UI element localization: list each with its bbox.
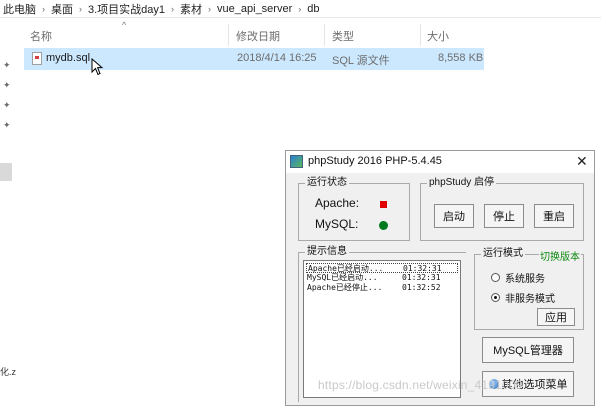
radio-label: 非服务模式	[505, 294, 555, 305]
status-group: 运行状态 Apache: MySQL:	[298, 177, 410, 241]
file-size: 8,558 KB	[438, 52, 484, 64]
pin-icon[interactable]: ✦	[3, 121, 12, 130]
column-header-type[interactable]: 类型	[332, 28, 354, 44]
start-button[interactable]: 启动	[434, 204, 474, 228]
radio-selected-icon	[491, 293, 500, 302]
watermark-text: https://blog.csdn.net/weixin_4191009	[318, 378, 523, 392]
radio-system-service[interactable]: 系统服务	[491, 270, 545, 285]
chevron-right-icon: ›	[208, 3, 212, 14]
breadcrumb-item[interactable]: 桌面	[51, 1, 73, 17]
file-type: SQL 源文件	[332, 55, 390, 67]
file-date: 2018/4/14 16:25	[237, 52, 317, 64]
column-header-name[interactable]: 名称	[30, 28, 52, 44]
apache-label: Apache:	[315, 196, 360, 210]
window-title: phpStudy 2016 PHP-5.4.45	[308, 155, 442, 167]
breadcrumb-item[interactable]: 此电脑	[3, 1, 36, 17]
mysql-label: MySQL:	[315, 217, 359, 231]
chevron-right-icon: ›	[79, 3, 82, 14]
log-group-title: 提示信息	[305, 246, 349, 258]
apache-status-indicator	[380, 201, 387, 208]
switch-version-link[interactable]: 切换版本	[539, 248, 581, 263]
control-group: phpStudy 启停 启动 停止 重启	[420, 177, 584, 241]
title-bar[interactable]: phpStudy 2016 PHP-5.4.45 ✕	[286, 151, 594, 173]
close-icon[interactable]: ✕	[576, 153, 588, 169]
chevron-right-icon: ›	[171, 3, 175, 14]
nav-pane-selection[interactable]	[0, 163, 12, 181]
column-divider[interactable]	[228, 24, 229, 46]
log-message: Apache已经停止...	[307, 283, 383, 292]
radio-label: 系统服务	[505, 274, 545, 285]
log-time: 01:32:31	[402, 273, 441, 282]
restart-button[interactable]: 重启	[534, 204, 574, 228]
column-divider[interactable]	[324, 24, 325, 46]
stop-button[interactable]: 停止	[484, 204, 524, 228]
breadcrumb: 此电脑 › 桌面 › 3.项目实战day1 › 素材 › vue_api_ser…	[0, 0, 601, 18]
log-entry[interactable]: Apache已经停止... 01:32:52	[306, 283, 458, 293]
apply-button[interactable]: 应用	[537, 308, 575, 326]
control-group-title: phpStudy 启停	[427, 177, 497, 189]
sort-ascending-icon: ^	[122, 20, 127, 30]
mysql-manager-button[interactable]: MySQL管理器	[482, 337, 574, 363]
phpstudy-app-icon	[290, 155, 303, 168]
mouse-cursor-icon	[91, 58, 104, 76]
chevron-right-icon: ›	[298, 3, 302, 14]
phpstudy-window: phpStudy 2016 PHP-5.4.45 ✕ 运行状态 Apache: …	[285, 150, 595, 406]
status-group-title: 运行状态	[305, 177, 349, 189]
log-message: MySQL已经启动...	[307, 273, 378, 282]
log-time: 01:32:52	[402, 283, 441, 292]
column-header-size[interactable]: 大小	[427, 28, 449, 44]
radio-icon	[491, 273, 500, 282]
pin-icon[interactable]: ✦	[3, 81, 12, 90]
radio-non-service[interactable]: 非服务模式	[491, 290, 555, 305]
chevron-right-icon: ›	[42, 3, 45, 14]
pin-icon[interactable]: ✦	[3, 101, 12, 110]
column-divider[interactable]	[420, 24, 421, 46]
mode-group-title: 运行模式	[481, 248, 525, 260]
pin-icon[interactable]: ✦	[3, 61, 12, 70]
quick-access-pane: ✦ ✦ ✦ ✦	[0, 19, 14, 406]
nav-pane-item-fragment: 化.z	[0, 367, 17, 377]
sql-file-icon	[32, 52, 42, 65]
breadcrumb-item[interactable]: vue_api_server	[217, 3, 292, 15]
mysql-status-indicator	[379, 221, 388, 230]
breadcrumb-item[interactable]: db	[307, 3, 319, 15]
file-name: mydb.sql	[46, 52, 91, 64]
log-entry[interactable]: MySQL已经启动... 01:32:31	[306, 273, 458, 283]
breadcrumb-item[interactable]: 3.项目实战day1	[88, 1, 165, 17]
log-entry[interactable]: Apache已经启动... 01:32:31	[306, 263, 458, 273]
mode-group: 运行模式 切换版本 系统服务 非服务模式 应用	[474, 248, 584, 330]
breadcrumb-item[interactable]: 素材	[180, 1, 202, 17]
column-header-date[interactable]: 修改日期	[236, 28, 280, 44]
